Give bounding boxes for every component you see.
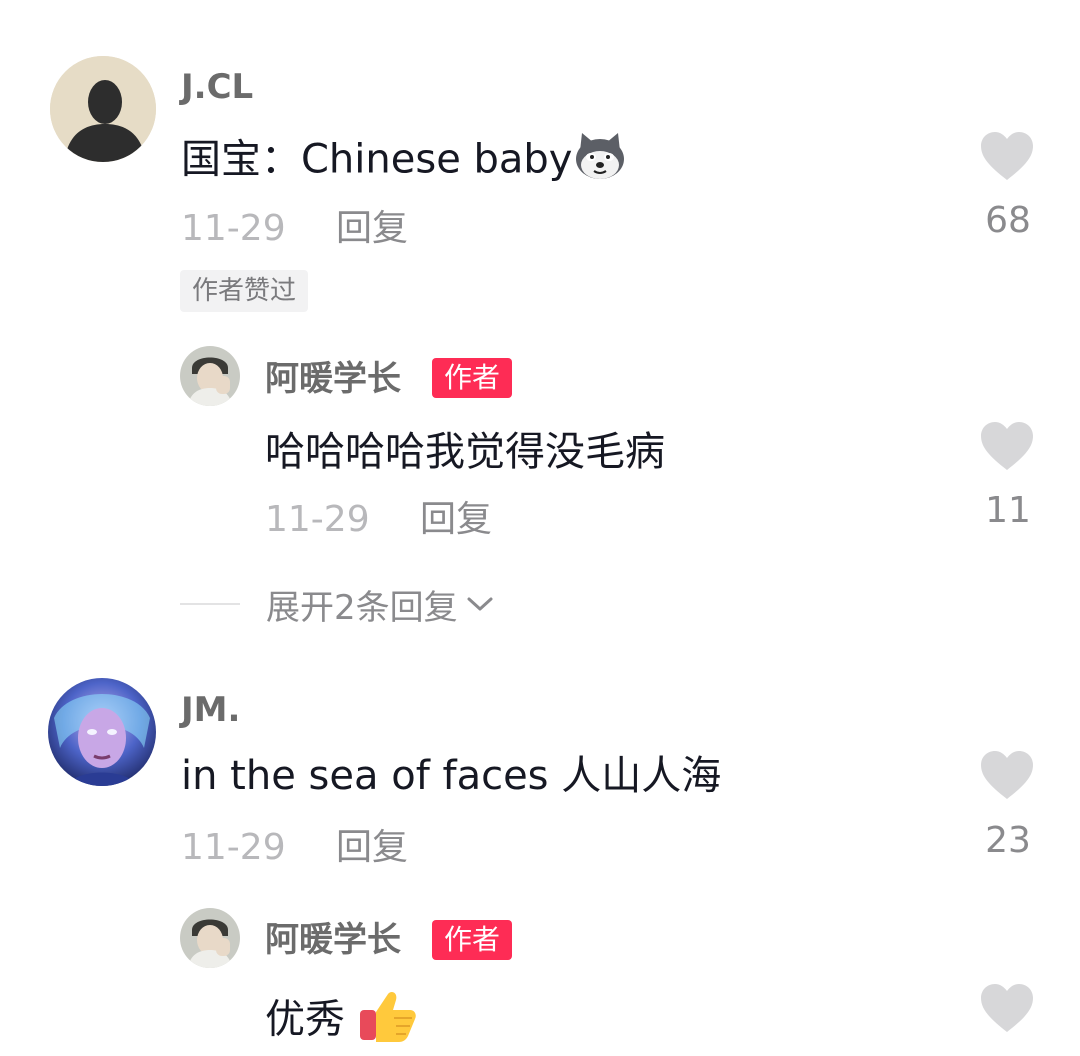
liked-by-author-tag: 作者赞过	[180, 270, 309, 312]
comment-text: 国宝：Chinese baby	[181, 131, 628, 192]
comment-username[interactable]: JM.	[181, 690, 240, 730]
fantasy-character-avatar-image	[48, 678, 156, 786]
reply-text-content: 优秀	[265, 996, 345, 1043]
avatar[interactable]	[50, 56, 156, 162]
avatar[interactable]	[180, 908, 240, 968]
heart-icon[interactable]	[979, 130, 1035, 182]
reply-text: 优秀	[265, 988, 418, 1055]
reply-date: 11-29	[265, 499, 370, 540]
reply-text: 哈哈哈哈我觉得没毛病	[265, 429, 665, 475]
thumbs-up-emoji-icon	[358, 988, 418, 1055]
boy-avatar-image	[180, 346, 240, 406]
heart-icon[interactable]	[979, 420, 1035, 472]
like-count: 11	[985, 490, 1031, 531]
reply-username[interactable]: 阿暖学长	[265, 359, 401, 399]
silhouette-avatar-image	[50, 56, 156, 162]
reply-button[interactable]: 回复	[420, 499, 492, 541]
comment-text: in the sea of faces 人山人海	[181, 753, 722, 799]
author-badge: 作者	[432, 920, 513, 960]
heart-icon[interactable]	[979, 982, 1035, 1034]
reply-button[interactable]: 回复	[336, 208, 408, 250]
chevron-down-icon	[467, 597, 493, 611]
avatar[interactable]	[48, 678, 156, 786]
heart-icon[interactable]	[979, 749, 1035, 801]
comment-date: 11-29	[181, 208, 286, 249]
comment-text-content: 国宝：Chinese baby	[181, 136, 573, 183]
expand-replies-label: 展开2条回复	[266, 587, 458, 628]
like-count: 23	[985, 820, 1031, 861]
reply-button[interactable]: 回复	[336, 827, 408, 869]
comment-date: 11-29	[181, 827, 286, 868]
husky-emoji-icon	[572, 131, 628, 192]
divider-line	[180, 603, 240, 605]
avatar[interactable]	[180, 346, 240, 406]
expand-replies-button[interactable]: 展开2条回复	[180, 582, 494, 628]
author-badge: 作者	[432, 358, 513, 398]
comment-username[interactable]: J.CL	[181, 67, 253, 107]
like-count: 68	[985, 200, 1031, 241]
reply-username[interactable]: 阿暖学长	[265, 920, 401, 960]
boy-avatar-image	[180, 908, 240, 968]
